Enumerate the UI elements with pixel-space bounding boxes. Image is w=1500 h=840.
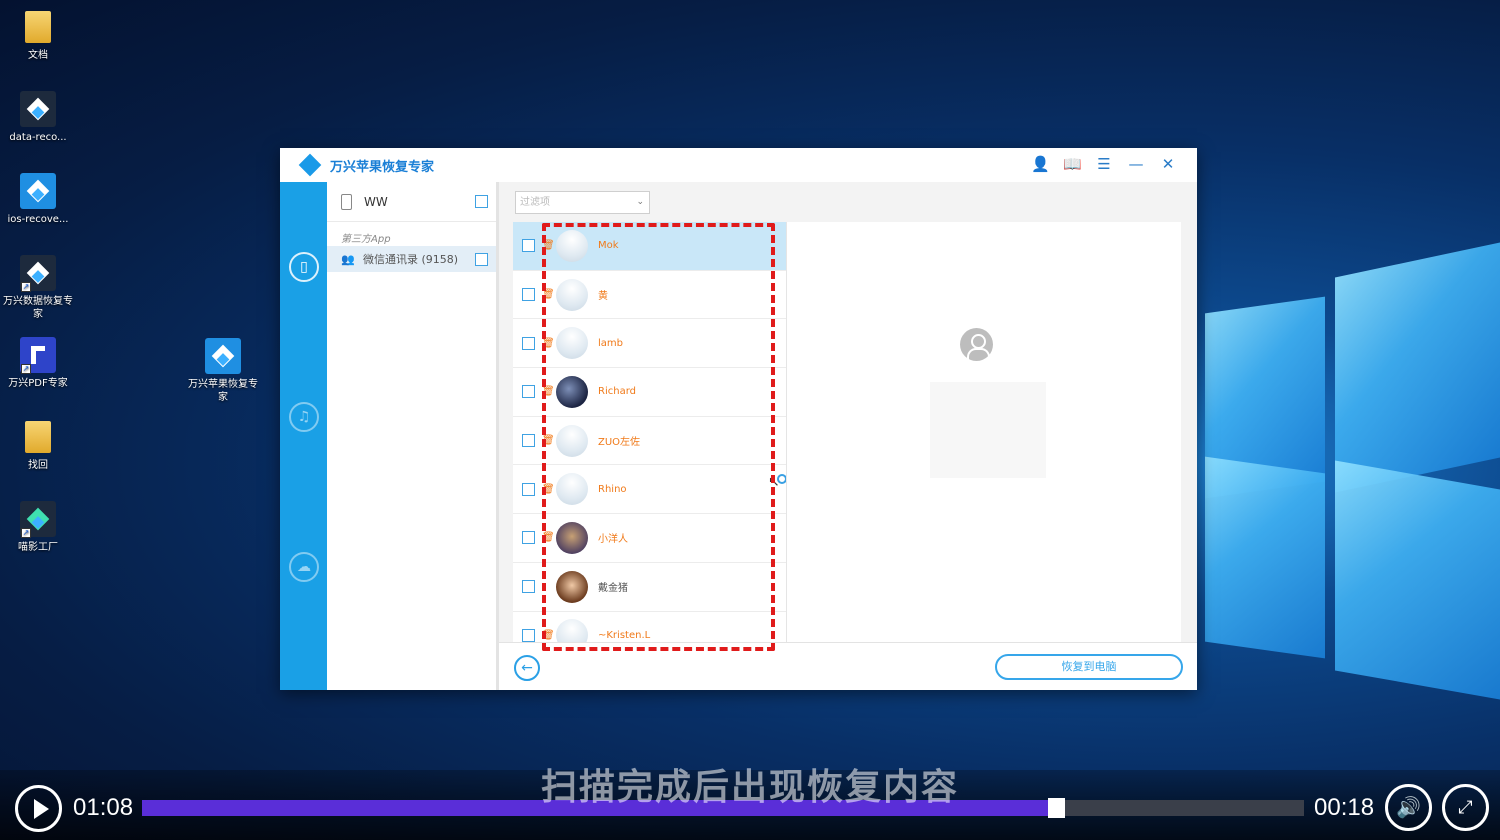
app-title: 万兴苹果恢复专家 (330, 159, 435, 175)
desktop-icon-data-recovery[interactable]: data-reco... (3, 90, 73, 144)
row-checkbox[interactable] (522, 385, 535, 399)
shortcut-arrow-icon: ↗ (21, 282, 31, 292)
desktop-icon-pdf-expert[interactable]: ↗ 万兴PDF专家 (3, 336, 73, 390)
account-icon[interactable]: 👤 (1031, 155, 1050, 173)
app-logo-icon (298, 153, 322, 177)
desktop-icon-recover-folder[interactable]: 找回 (3, 418, 73, 472)
category-checkbox[interactable] (475, 252, 488, 266)
row-checkbox[interactable] (522, 580, 535, 594)
shortcut-arrow-icon: ↗ (21, 364, 31, 374)
device-name: WW (364, 194, 388, 209)
row-checkbox[interactable] (522, 288, 535, 302)
row-checkbox[interactable] (522, 482, 535, 496)
row-checkbox[interactable] (522, 434, 535, 448)
app-diamond-icon (20, 173, 56, 209)
desktop-icon-label: 喵影工厂 (18, 542, 58, 553)
restore-to-computer-button[interactable]: 恢复到电脑 (995, 654, 1183, 680)
device-checkbox[interactable] (475, 195, 488, 208)
menu-icon[interactable]: ☰ (1095, 155, 1113, 173)
device-recovery-icon[interactable]: ▯ (289, 252, 319, 282)
desktop-icon-ios-recovery-expert[interactable]: 万兴苹果恢复专家 (188, 337, 258, 404)
desktop-icon-documents[interactable]: 文档 (3, 8, 73, 62)
shortcut-arrow-icon: ↗ (21, 528, 31, 538)
category-label: 微信通讯录 (9158) (363, 253, 459, 266)
desktop-icon-label: 找回 (28, 460, 48, 471)
itunes-recovery-icon[interactable]: ♫ (289, 402, 319, 432)
filter-placeholder: 过滤项 (520, 197, 550, 208)
mode-sidebar: ▯ ♫ ☁ (280, 182, 327, 690)
app-diamond-icon (20, 91, 56, 127)
folder-icon (25, 11, 51, 43)
category-item-wechat-contacts[interactable]: 👥 微信通讯录 (9158) (327, 246, 496, 272)
chevron-down-icon: ⌄ (636, 197, 644, 207)
row-checkbox[interactable] (522, 628, 535, 642)
folder-icon (25, 421, 51, 453)
contact-detail-pane (787, 222, 1181, 642)
desktop-icon-label: 万兴PDF专家 (8, 378, 68, 389)
title-bar: 万兴苹果恢复专家 👤 📖 ☰ — ✕ (280, 148, 1197, 182)
desktop-icon-ios-recovery[interactable]: ios-recove... (3, 172, 73, 226)
row-checkbox[interactable] (522, 239, 535, 253)
busy-spinner-icon (777, 474, 786, 484)
section-label: 第三方App (341, 234, 391, 245)
close-icon[interactable]: ✕ (1159, 155, 1177, 173)
video-subtitle: 扫描完成后出现恢复内容 (540, 767, 959, 808)
device-row[interactable]: WW (327, 182, 496, 222)
desktop-icon-label: 万兴苹果恢复专家 (188, 379, 258, 403)
minimize-icon[interactable]: — (1127, 155, 1145, 173)
desktop-icon-filmora[interactable]: ↗ 喵影工厂 (3, 500, 73, 554)
desktop-icon-label: data-reco... (9, 132, 67, 143)
desktop-icon-label: 万兴数据恢复专家 (3, 296, 73, 320)
phone-icon (341, 193, 352, 210)
row-checkbox[interactable] (522, 336, 535, 350)
row-checkbox[interactable] (522, 531, 535, 545)
detail-placeholder (930, 382, 1046, 478)
windows-logo (1195, 242, 1500, 700)
guide-book-icon[interactable]: 📖 (1063, 155, 1082, 173)
highlight-box (542, 223, 775, 651)
app-diamond-icon (205, 338, 241, 374)
contacts-icon: 👥 (341, 252, 355, 266)
desktop-icon-label: ios-recove... (7, 214, 69, 225)
filter-dropdown[interactable]: 过滤项 ⌄ (515, 191, 650, 214)
desktop-icon-wondershare-data-recovery[interactable]: ↗ 万兴数据恢复专家 (3, 254, 73, 321)
back-button[interactable]: ← (514, 655, 540, 681)
contact-placeholder-icon (960, 328, 993, 361)
desktop-icon-label: 文档 (28, 50, 48, 61)
icloud-recovery-icon[interactable]: ☁ (289, 552, 319, 582)
category-panel: WW 第三方App 👥 微信通讯录 (9158) (327, 182, 499, 690)
